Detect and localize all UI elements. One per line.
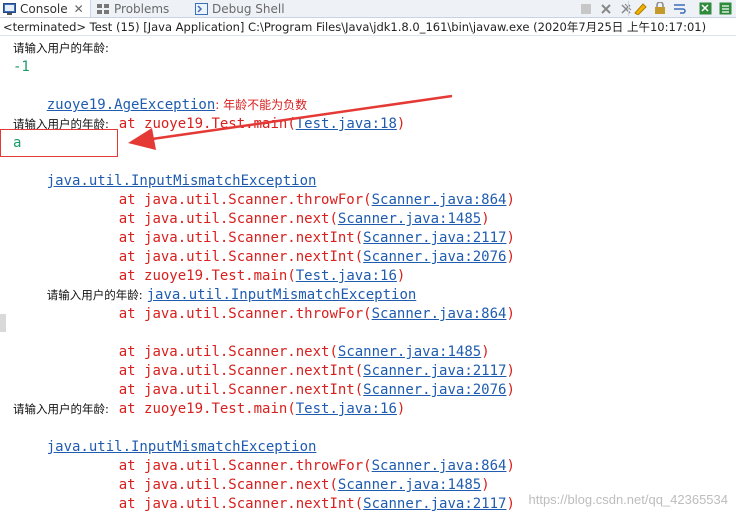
watermark-text: https://blog.csdn.net/qq_42365534 (528, 492, 729, 507)
annotation-arrow (128, 94, 453, 150)
